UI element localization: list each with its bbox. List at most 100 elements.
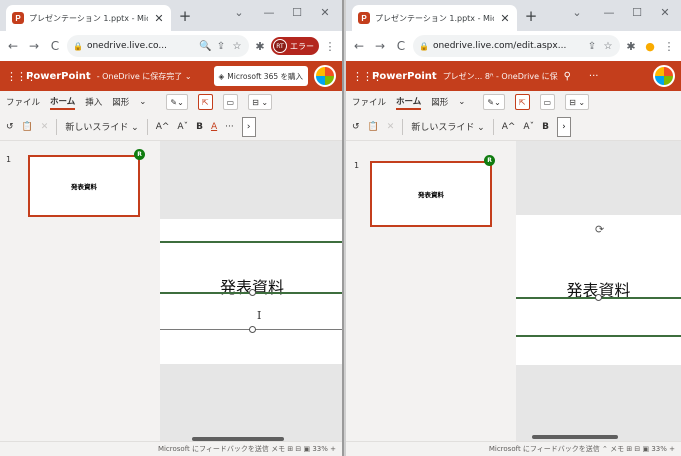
zoom-icon[interactable]: 🔍 (199, 41, 211, 52)
clipboard-icon[interactable]: 📋 (22, 122, 33, 132)
new-tab-button[interactable]: + (176, 7, 194, 25)
status-text[interactable]: Microsoft にフィードバックを送信 メモ ⊞ ⊟ ▣ 33% + (158, 444, 336, 454)
minimize-icon[interactable]: — (602, 6, 616, 19)
doc-save-status[interactable]: - OneDrive に保存完了 ⌄ (97, 71, 192, 82)
bookmark-star-icon[interactable]: ☆ (602, 41, 614, 52)
address-bar[interactable]: 🔒 onedrive.live.co... 🔍 ⇪ ☆ (67, 35, 249, 57)
ribbon-chevron-icon[interactable]: ⌄ (139, 97, 146, 107)
tab-home[interactable]: ホーム (50, 95, 76, 110)
url-text[interactable]: onedrive.live.com/edit.aspx... (433, 41, 582, 51)
more-options-icon[interactable]: ··· (589, 71, 599, 82)
tab-list-chevron-icon[interactable]: ⌄ (570, 6, 584, 19)
avatar: RT (273, 39, 287, 53)
ribbon-scroll-right-icon[interactable]: › (556, 116, 571, 137)
text-cursor-icon: I (257, 309, 262, 322)
new-tab-button[interactable]: + (522, 7, 540, 25)
address-bar[interactable]: 🔒 onedrive.live.com/edit.aspx... ⇪ ☆ (413, 35, 620, 57)
ribbon-scroll-right-icon[interactable]: › (241, 116, 256, 137)
app-launcher-icon[interactable]: ⋮⋮⋮ (6, 70, 37, 83)
extensions-icon[interactable]: ✱ (623, 40, 639, 53)
undo-icon[interactable]: ↺ (352, 122, 360, 132)
tab-home[interactable]: ホーム (396, 95, 422, 110)
reload-icon[interactable]: C (46, 36, 64, 56)
forward-icon[interactable]: → (25, 36, 43, 56)
close-tab-icon[interactable]: ✕ (153, 12, 165, 25)
back-icon[interactable]: ← (4, 36, 22, 56)
tab-file[interactable]: ファイル (6, 96, 40, 108)
reload-icon[interactable]: C (392, 36, 410, 56)
comments-icon[interactable]: ▭ (222, 94, 239, 110)
doc-name[interactable]: プレゼン... 8ᴿ - OneDrive に保 (443, 71, 558, 82)
ribbon-options-button[interactable]: ⊟ ⌄ (248, 94, 273, 110)
search-icon[interactable]: ⚲ (564, 71, 571, 82)
lock-icon[interactable]: 🔒 (419, 42, 429, 51)
forward-icon[interactable]: → (371, 36, 389, 56)
present-icon[interactable]: ⇱ (514, 94, 530, 110)
share-icon[interactable]: ⇪ (586, 41, 598, 52)
more-tools-button[interactable]: ··· (225, 122, 234, 132)
ribbon-chevron-icon[interactable]: ⌄ (458, 97, 465, 107)
app-name[interactable]: PowerPoint (26, 71, 91, 82)
tab-list-chevron-icon[interactable]: ⌄ (232, 6, 246, 19)
buy-microsoft-365-button[interactable]: ◈ Microsoft 365 を購入 (213, 66, 308, 86)
present-icon[interactable]: ⇱ (197, 94, 213, 110)
browser-tab[interactable]: P プレゼンテーション 1.pptx - Microsoft ✕ (352, 5, 517, 31)
browser-tab[interactable]: P プレゼンテーション 1.pptx - Microsoft ✕ (6, 5, 171, 31)
browser-menu-icon[interactable]: ⋮ (661, 40, 677, 53)
bold-button[interactable]: B (542, 122, 549, 132)
ribbon-tabs: ファイル ホーム 挿入 図形 ⌄ ✎⌄ ⇱ ▭ ⊟ ⌄ (0, 91, 342, 113)
rotate-handle-icon[interactable]: ⟳ (595, 223, 604, 236)
new-slide-button[interactable]: 新しいスライド ⌄ (411, 120, 484, 133)
lock-icon[interactable]: 🔒 (73, 42, 83, 51)
undo-icon[interactable]: ↺ (6, 122, 14, 132)
cut-icon[interactable]: ✕ (41, 122, 49, 132)
shrink-font-button[interactable]: Aˇ (523, 122, 534, 132)
slide-thumbnail[interactable]: 発表資料 (370, 161, 492, 227)
user-avatar[interactable] (314, 65, 336, 87)
draw-pen-button[interactable]: ✎⌄ (166, 94, 188, 110)
tab-insert[interactable]: 挿入 (85, 96, 102, 108)
ribbon-tabs: ファイル ホーム 図形 ⌄ ✎⌄ ⇱ ▭ ⊟ ⌄ (346, 91, 681, 113)
close-window-icon[interactable]: ✕ (658, 6, 672, 19)
url-text[interactable]: onedrive.live.co... (87, 41, 195, 51)
bookmark-star-icon[interactable]: ☆ (231, 41, 243, 52)
tab-file[interactable]: ファイル (352, 96, 386, 108)
new-slide-button[interactable]: 新しいスライド ⌄ (65, 120, 138, 133)
slide[interactable]: ⟳ 発表資料 (516, 215, 681, 365)
slide-thumbnail[interactable]: 発表資料 (28, 155, 140, 217)
powerpoint-header: ⋮⋮⋮ PowerPoint - OneDrive に保存完了 ⌄ ◈ Micr… (0, 61, 342, 91)
cut-icon[interactable]: ✕ (387, 122, 395, 132)
draw-pen-button[interactable]: ✎⌄ (483, 94, 505, 110)
slide[interactable]: 発表資料 I (160, 219, 342, 364)
profile-error-button[interactable]: RT エラー (271, 37, 319, 55)
close-window-icon[interactable]: ✕ (318, 6, 332, 19)
share-icon[interactable]: ⇪ (215, 41, 227, 52)
maximize-icon[interactable]: ☐ (630, 6, 644, 19)
back-icon[interactable]: ← (350, 36, 368, 56)
ribbon-options-button[interactable]: ⊟ ⌄ (565, 94, 590, 110)
comments-icon[interactable]: ▭ (539, 94, 556, 110)
grow-font-button[interactable]: A^ (156, 122, 170, 132)
profile-icon[interactable]: ● (642, 40, 658, 53)
buy-microsoft-365-label: Microsoft 365 を購入 (227, 71, 303, 81)
extensions-icon[interactable]: ✱ (252, 40, 268, 53)
shrink-font-button[interactable]: Aˇ (177, 122, 188, 132)
app-name[interactable]: PowerPoint (372, 71, 437, 82)
resize-handle[interactable] (249, 289, 256, 296)
tab-shapes[interactable]: 図形 (431, 96, 448, 108)
browser-menu-icon[interactable]: ⋮ (322, 40, 338, 53)
maximize-icon[interactable]: ☐ (290, 6, 304, 19)
font-color-button[interactable]: A (211, 122, 217, 132)
clipboard-icon[interactable]: 📋 (368, 122, 379, 132)
horizontal-scrollbar[interactable] (532, 435, 618, 439)
resize-handle[interactable] (249, 326, 256, 333)
status-text[interactable]: Microsoft にフィードバックを送信 ⌃ メモ ⊞ ⊟ ▣ 33% + (489, 444, 675, 454)
bold-button[interactable]: B (196, 122, 203, 132)
resize-handle[interactable] (595, 294, 602, 301)
user-avatar[interactable] (653, 65, 675, 87)
close-tab-icon[interactable]: ✕ (499, 12, 511, 25)
tab-shapes[interactable]: 図形 (112, 96, 129, 108)
app-launcher-icon[interactable]: ⋮⋮⋮ (352, 70, 383, 83)
grow-font-button[interactable]: A^ (502, 122, 516, 132)
minimize-icon[interactable]: — (262, 6, 276, 19)
